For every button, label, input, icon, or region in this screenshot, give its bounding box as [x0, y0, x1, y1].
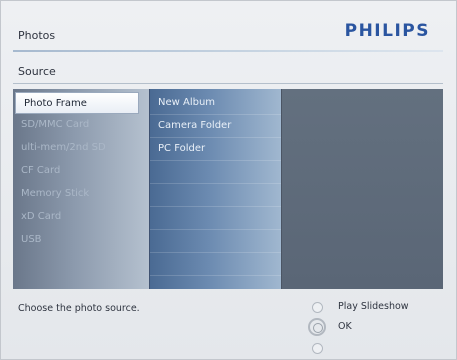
radio-circle-icon[interactable] — [312, 343, 323, 354]
header-divider — [13, 50, 443, 52]
album-row-divider — [150, 183, 282, 184]
album-row-divider — [150, 252, 282, 253]
source-item-xd-card[interactable]: xD Card — [13, 206, 149, 228]
source-item-multimem-sd[interactable]: ulti-mem/2nd SD — [13, 137, 149, 159]
ok-label: OK — [338, 321, 352, 332]
preview-area — [281, 89, 443, 289]
source-item-memory-stick[interactable]: Memory Stick — [13, 183, 149, 205]
ok-button-icon[interactable] — [308, 318, 326, 336]
album-item-pc-folder[interactable]: PC Folder — [150, 138, 282, 160]
brand-logo: PHILIPS — [344, 21, 430, 41]
album-row-divider — [150, 229, 282, 230]
footer-hint: Choose the photo source. — [18, 303, 140, 314]
photo-frame-window: Photos PHILIPS Source Photo Frame SD/MMC… — [0, 0, 457, 360]
album-row-divider — [150, 206, 282, 207]
source-item-photo-frame[interactable]: Photo Frame — [15, 92, 139, 114]
radio-circle-icon[interactable] — [312, 302, 323, 313]
source-item-cf-card[interactable]: CF Card — [13, 160, 149, 182]
album-list: New Album Camera Folder PC Folder — [149, 89, 282, 289]
source-item-sd-mmc[interactable]: SD/MMC Card — [13, 114, 149, 136]
album-row-divider — [150, 160, 282, 161]
album-item-new-album[interactable]: New Album — [150, 92, 282, 114]
album-row-divider — [150, 275, 282, 276]
play-slideshow-label: Play Slideshow — [338, 301, 409, 312]
album-item-camera-folder[interactable]: Camera Folder — [150, 115, 282, 137]
section-label: Source — [18, 65, 56, 78]
section-divider — [13, 83, 443, 84]
screen-title: Photos — [18, 29, 56, 42]
source-list: Photo Frame SD/MMC Card ulti-mem/2nd SD … — [13, 89, 149, 289]
source-item-usb[interactable]: USB — [13, 229, 149, 251]
browser-panel: Photo Frame SD/MMC Card ulti-mem/2nd SD … — [13, 89, 443, 289]
